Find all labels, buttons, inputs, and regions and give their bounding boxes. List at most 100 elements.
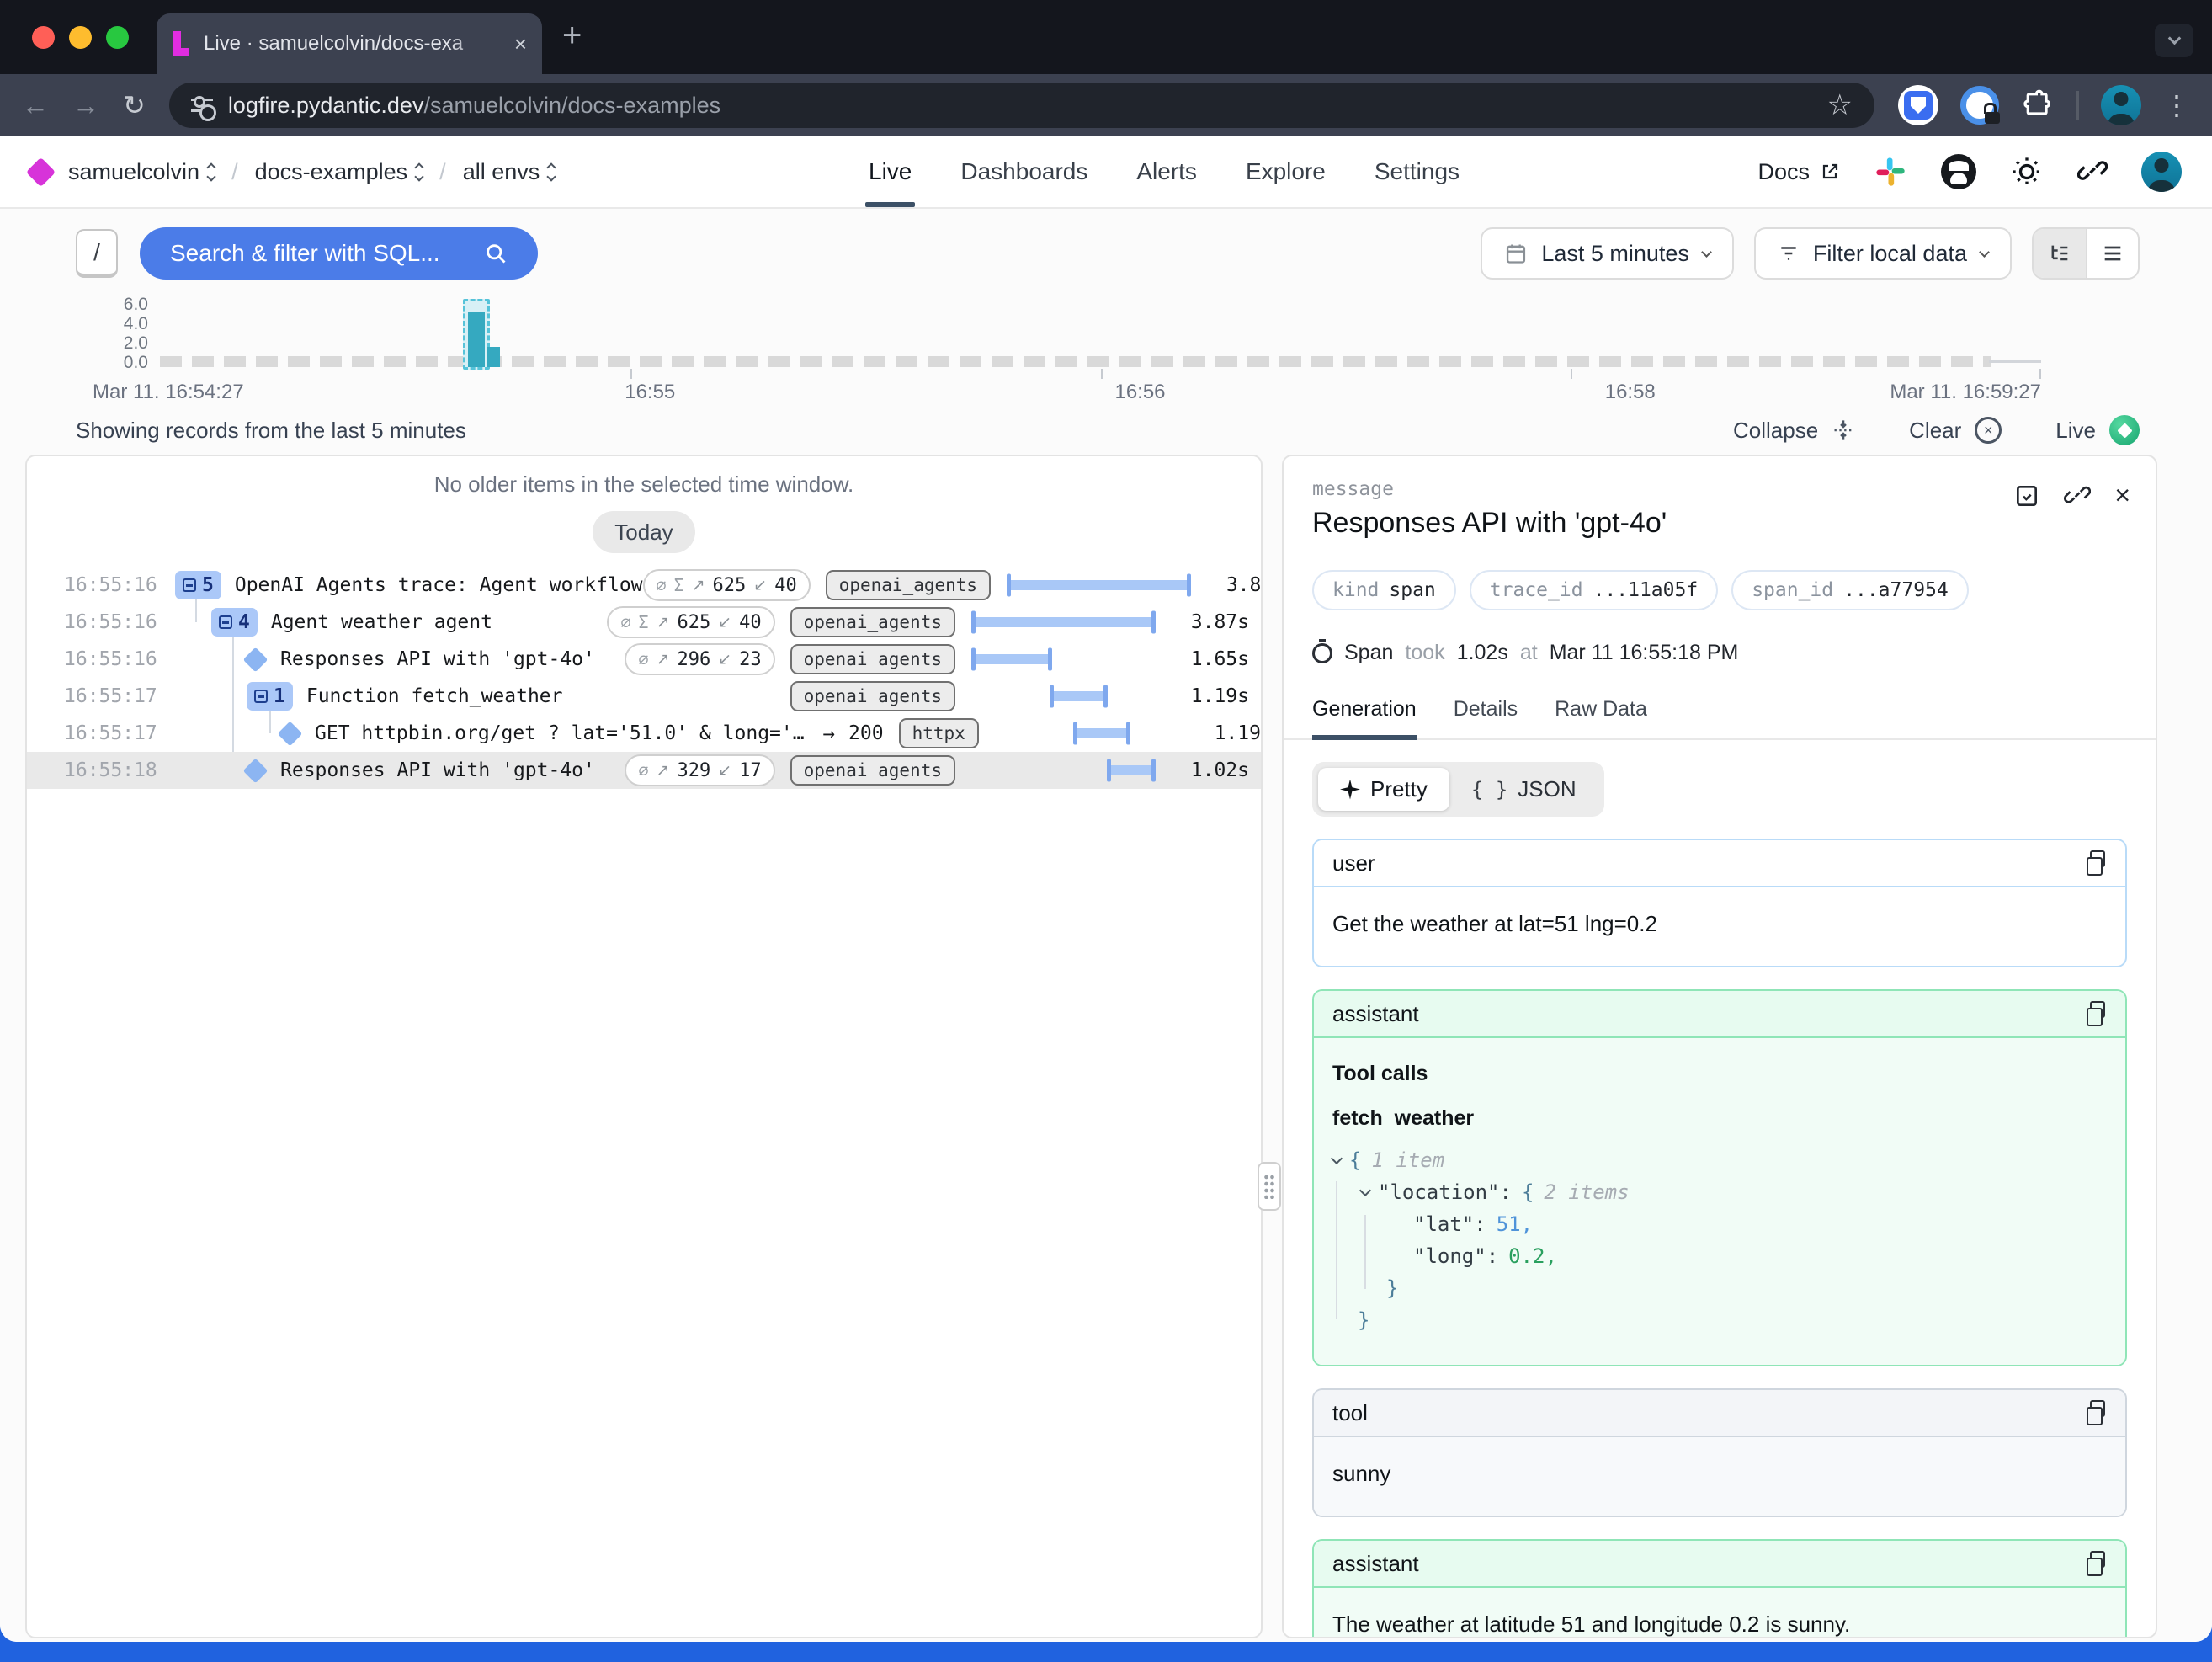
app-header: samuelcolvin / docs-examples / all envs …	[0, 136, 2212, 209]
back-button[interactable]: ←	[22, 90, 49, 121]
copy-icon[interactable]	[2085, 850, 2107, 876]
trace-row[interactable]: 16:55:17 1 Function fetch_weather openai…	[27, 678, 1261, 715]
trace-row-selected[interactable]: 16:55:18 Responses API with 'gpt-4o' ∅ ↗…	[27, 752, 1261, 789]
github-icon[interactable]	[1941, 154, 1976, 189]
time-range-dropdown[interactable]: Last 5 minutes	[1481, 227, 1734, 280]
panel-resize-handle[interactable]	[1258, 1162, 1281, 1211]
theme-sun-icon[interactable]	[2010, 155, 2044, 189]
tree-view-button[interactable]	[2034, 229, 2086, 278]
minimize-window-button[interactable]	[69, 26, 92, 49]
tokens-out-arrow-icon: ↙	[753, 576, 767, 594]
url-host: logfire.pydantic.dev	[228, 93, 424, 118]
copy-icon[interactable]	[2085, 1001, 2107, 1026]
trace-row[interactable]: 16:55:16 5 OpenAI Agents trace: Agent wo…	[27, 567, 1261, 604]
browser-window: Live · samuelcolvin/docs-exa × + ← → ↻ l…	[0, 0, 2212, 1642]
y-tick: 0.0	[81, 354, 148, 371]
scope-tag[interactable]: openai_agents	[790, 755, 955, 786]
scope-tag[interactable]: openai_agents	[790, 607, 955, 637]
tab-generation[interactable]: Generation	[1312, 697, 1417, 740]
tab-explore[interactable]: Explore	[1246, 136, 1326, 207]
org-selector[interactable]: samuelcolvin	[68, 159, 215, 185]
tab-dashboards[interactable]: Dashboards	[960, 136, 1087, 207]
histogram-plot-area[interactable]	[160, 296, 2041, 372]
clear-circle-x-icon: ×	[1975, 417, 2002, 444]
zoom-window-button[interactable]	[106, 26, 129, 49]
showing-records-text: Showing records from the last 5 minutes	[76, 418, 466, 444]
close-window-button[interactable]	[32, 26, 55, 49]
forward-button[interactable]: →	[72, 90, 99, 121]
search-button[interactable]: Search & filter with SQL...	[140, 227, 538, 280]
browser-menu-icon[interactable]: ⋮	[2163, 89, 2190, 121]
histogram-bar[interactable]	[468, 312, 485, 367]
tab-settings[interactable]: Settings	[1375, 136, 1460, 207]
card-role: assistant	[1332, 1551, 1419, 1577]
privacy-extension-icon[interactable]	[1960, 86, 1999, 125]
project-selector[interactable]: docs-examples	[255, 159, 423, 185]
tab-live[interactable]: Live	[869, 136, 912, 207]
share-link-icon[interactable]	[2077, 157, 2108, 187]
browser-profile-avatar[interactable]	[2101, 85, 2141, 125]
pretty-view-button[interactable]: Pretty	[1318, 768, 1449, 811]
collapse-count-badge[interactable]: 5	[175, 571, 221, 599]
bitwarden-extension-icon[interactable]	[1898, 85, 1938, 125]
tab-close-icon[interactable]: ×	[514, 31, 527, 57]
scope-tag[interactable]: openai_agents	[790, 681, 955, 711]
span-message: Function fetch_weather	[306, 685, 563, 707]
x-tick-mark	[2039, 369, 2041, 379]
reload-button[interactable]: ↻	[123, 89, 146, 121]
trace-row[interactable]: 16:55:17 GET httpbin.org/get ? lat='51.0…	[27, 715, 1261, 752]
span-id-pill[interactable]: span_id...a77954	[1731, 570, 1969, 610]
token-stats-pill: ∅ ↗296 ↙23	[625, 643, 774, 675]
clear-button[interactable]: Clear ×	[1909, 417, 2002, 444]
copy-link-icon[interactable]	[2064, 482, 2091, 509]
trace-row[interactable]: 16:55:16 Responses API with 'gpt-4o' ∅ ↗…	[27, 641, 1261, 678]
user-avatar[interactable]	[2141, 152, 2182, 192]
duration-bar	[1051, 691, 1105, 701]
tab-raw-data[interactable]: Raw Data	[1555, 697, 1647, 738]
trace-row[interactable]: 16:55:16 4 Agent weather agent ∅ Σ ↗625 …	[27, 604, 1261, 641]
tab-alerts[interactable]: Alerts	[1136, 136, 1197, 207]
slack-icon[interactable]	[1874, 155, 1907, 189]
y-tick: 2.0	[81, 335, 148, 352]
scope-tag[interactable]: openai_agents	[790, 644, 955, 674]
collapse-count-badge[interactable]: 4	[211, 608, 258, 637]
today-badge[interactable]: Today	[593, 511, 695, 553]
tab-search-button[interactable]	[2155, 24, 2193, 57]
trace-id-pill[interactable]: trace_id...11a05f	[1470, 570, 1718, 610]
tab-details[interactable]: Details	[1454, 697, 1518, 738]
card-role: user	[1332, 850, 1375, 876]
grip-dots-icon	[1263, 1174, 1275, 1199]
list-view-button[interactable]	[2086, 229, 2138, 278]
card-body: sunny	[1314, 1437, 2125, 1516]
bookmark-star-icon[interactable]: ☆	[1827, 88, 1853, 122]
histogram-bar[interactable]	[487, 347, 500, 367]
traffic-lights[interactable]	[32, 26, 129, 49]
live-label: Live	[2055, 418, 2096, 444]
row-time: 16:55:17	[64, 722, 173, 744]
copy-icon[interactable]	[2085, 1551, 2107, 1576]
scope-tag[interactable]: openai_agents	[826, 570, 991, 600]
site-settings-icon[interactable]	[191, 96, 213, 115]
scope-tag[interactable]: httpx	[899, 718, 979, 748]
copy-icon[interactable]	[2085, 1400, 2107, 1425]
archive-check-icon[interactable]	[2013, 482, 2040, 509]
env-selector[interactable]: all envs	[463, 159, 556, 185]
collapse-button[interactable]: Collapse	[1733, 418, 1855, 444]
browser-tab[interactable]: Live · samuelcolvin/docs-exa ×	[157, 13, 542, 74]
caret-down-icon[interactable]	[1359, 1185, 1371, 1196]
divider	[2076, 91, 2079, 120]
stopwatch-icon	[1312, 643, 1332, 663]
address-bar[interactable]: logfire.pydantic.dev/samuelcolvin/docs-e…	[169, 83, 1874, 128]
caret-down-icon[interactable]	[1331, 1153, 1343, 1164]
live-toggle[interactable]: Live	[2055, 415, 2140, 445]
url-text[interactable]: logfire.pydantic.dev/samuelcolvin/docs-e…	[228, 93, 720, 119]
extensions-puzzle-icon[interactable]	[2021, 88, 2055, 122]
new-tab-button[interactable]: +	[562, 17, 582, 55]
docs-link[interactable]: Docs	[1757, 159, 1840, 185]
card-body: Get the weather at lat=51 lng=0.2	[1314, 887, 2125, 966]
collapse-count-badge[interactable]: 1	[247, 682, 293, 711]
filter-local-data-dropdown[interactable]: Filter local data	[1754, 227, 2012, 280]
json-view-button[interactable]: { } JSON	[1449, 768, 1598, 811]
header-actions: Docs	[1757, 136, 2182, 207]
close-detail-icon[interactable]: ×	[2114, 480, 2130, 511]
